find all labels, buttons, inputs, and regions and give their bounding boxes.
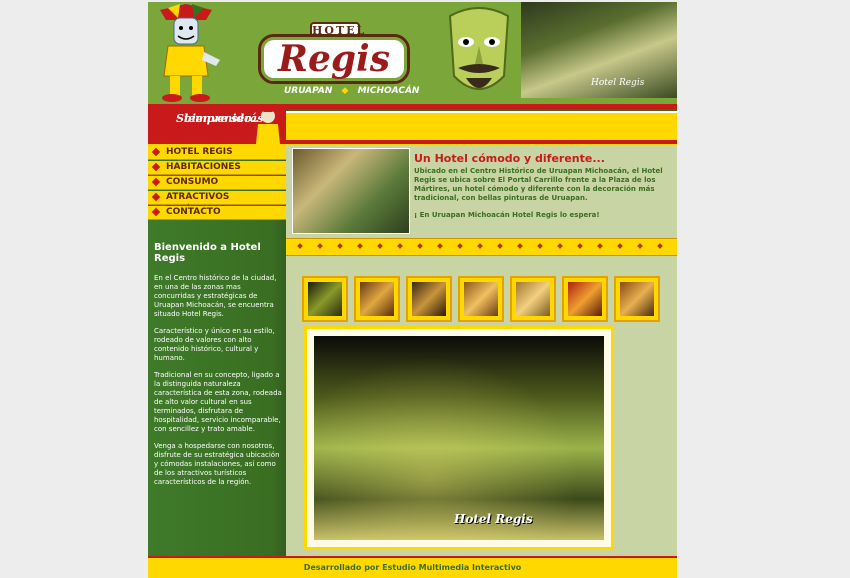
bullet-icon	[151, 207, 161, 217]
nav-label: CONSUMO	[166, 177, 219, 187]
nav-item-consumo[interactable]: CONSUMO	[148, 176, 286, 190]
gallery-thumbnail[interactable]	[614, 276, 660, 322]
footer: Desarrollado por Estudio Multimedia Inte…	[148, 556, 677, 578]
diamond-icon	[297, 243, 303, 249]
gallery-thumbnail[interactable]	[302, 276, 348, 322]
diamond-icon	[657, 243, 663, 249]
nav-label: HOTEL REGIS	[166, 147, 233, 157]
hotel-logo[interactable]: HOTEL Regis URUAPAN ◆ MICHOACÁN	[258, 22, 419, 96]
diamond-icon	[617, 243, 623, 249]
intro-closing: ¡ En Uruapan Michoacán Hotel Regis lo es…	[414, 211, 600, 219]
diamond-icon	[497, 243, 503, 249]
decorative-band	[286, 238, 677, 256]
bullet-icon	[151, 147, 161, 157]
sidebar-paragraph: Tradicional en su concepto, ligado a la …	[154, 371, 282, 433]
diamond-icon	[457, 243, 463, 249]
diamond-icon	[537, 243, 543, 249]
diamond-icon	[517, 243, 523, 249]
bullet-icon	[151, 177, 161, 187]
welcome-strip: Siempre serás bienvenido..	[148, 104, 677, 146]
nav-label: HABITACIONES	[166, 162, 241, 172]
jester-mascot-icon	[160, 4, 220, 102]
header: HOTEL Regis URUAPAN ◆ MICHOACÁN Hotel Re…	[148, 2, 677, 104]
diamond-icon	[357, 243, 363, 249]
logo-subtitle: URUAPAN ◆ MICHOACÁN	[284, 86, 419, 96]
diamond-icon	[557, 243, 563, 249]
logo-state: MICHOACÁN	[357, 86, 420, 96]
sidebar-text: Bienvenido a Hotel Regis En el Centro hi…	[154, 242, 282, 495]
page: HOTEL Regis URUAPAN ◆ MICHOACÁN Hotel Re…	[148, 2, 677, 578]
hotel-facade-photo: Hotel Regis	[521, 2, 677, 98]
diamond-icon	[597, 243, 603, 249]
diamond-icon	[397, 243, 403, 249]
diamond-icon	[317, 243, 323, 249]
bullet-icon	[151, 162, 161, 172]
bullet-icon	[151, 192, 161, 202]
nav-item-hotel-regis[interactable]: HOTEL REGIS	[148, 146, 286, 160]
welcome-text: Siempre serás bienvenido..	[162, 108, 263, 125]
logo-regis-text: Regis	[278, 38, 390, 80]
sidebar-paragraph: En el Centro histórico de la ciudad, en …	[154, 274, 277, 318]
photo-caption: Hotel Regis	[591, 78, 645, 88]
nav-item-atractivos[interactable]: ATRACTIVOS TURÍSTICOS	[148, 191, 286, 215]
mascot-icon	[256, 106, 280, 144]
footer-credit[interactable]: Desarrollado por Estudio Multimedia Inte…	[148, 558, 677, 578]
left-column: HOTEL REGIS HABITACIONES CONSUMO ATRACTI…	[148, 146, 286, 556]
diamond-icon	[377, 243, 383, 249]
featured-hotel-photo: Hotel Regis	[314, 336, 604, 540]
gallery-thumbnail[interactable]	[406, 276, 452, 322]
wooden-mask-icon	[448, 7, 510, 90]
logo-city: URUAPAN	[284, 86, 333, 96]
headline: Un Hotel cómodo y diferente...	[414, 152, 605, 165]
logo-main: Regis	[258, 34, 410, 84]
diamond-icon	[477, 243, 483, 249]
gallery-thumbnail[interactable]	[510, 276, 556, 322]
stripe-white	[286, 111, 677, 113]
diamond-icon	[337, 243, 343, 249]
stripe-red-bottom	[286, 140, 677, 144]
main-nav: HOTEL REGIS HABITACIONES CONSUMO ATRACTI…	[148, 146, 286, 221]
diamond-icon	[417, 243, 423, 249]
sidebar-title: Bienvenido a Hotel Regis	[154, 242, 261, 264]
nav-item-habitaciones[interactable]: HABITACIONES	[148, 161, 286, 175]
sidebar-paragraph: Venga a hospedarse con nosotros, disfrut…	[154, 442, 280, 486]
intro-block: Un Hotel cómodo y diferente... Ubicado e…	[414, 152, 674, 228]
featured-photo-caption: Hotel Regis	[454, 512, 533, 526]
intro-body: Ubicado en el Centro Histórico de Uruapa…	[414, 167, 663, 202]
main-content: Un Hotel cómodo y diferente... Ubicado e…	[286, 146, 677, 556]
nav-item-contacto[interactable]: CONTACTO	[148, 206, 286, 220]
lobby-photo	[292, 148, 410, 234]
diamond-icon	[637, 243, 643, 249]
logo-separator-icon: ◆	[341, 86, 349, 96]
diamond-icon	[437, 243, 443, 249]
gallery-thumbnail[interactable]	[562, 276, 608, 322]
thumbnail-gallery	[302, 276, 672, 322]
gallery-thumbnail[interactable]	[458, 276, 504, 322]
diamond-icon	[577, 243, 583, 249]
sidebar-paragraph: Característico y único en su estilo, rod…	[154, 327, 275, 362]
nav-label: CONTACTO	[166, 207, 221, 217]
featured-photo-frame: Hotel Regis	[304, 326, 614, 550]
welcome-banner: Siempre serás bienvenido..	[148, 104, 286, 144]
gallery-thumbnail[interactable]	[354, 276, 400, 322]
